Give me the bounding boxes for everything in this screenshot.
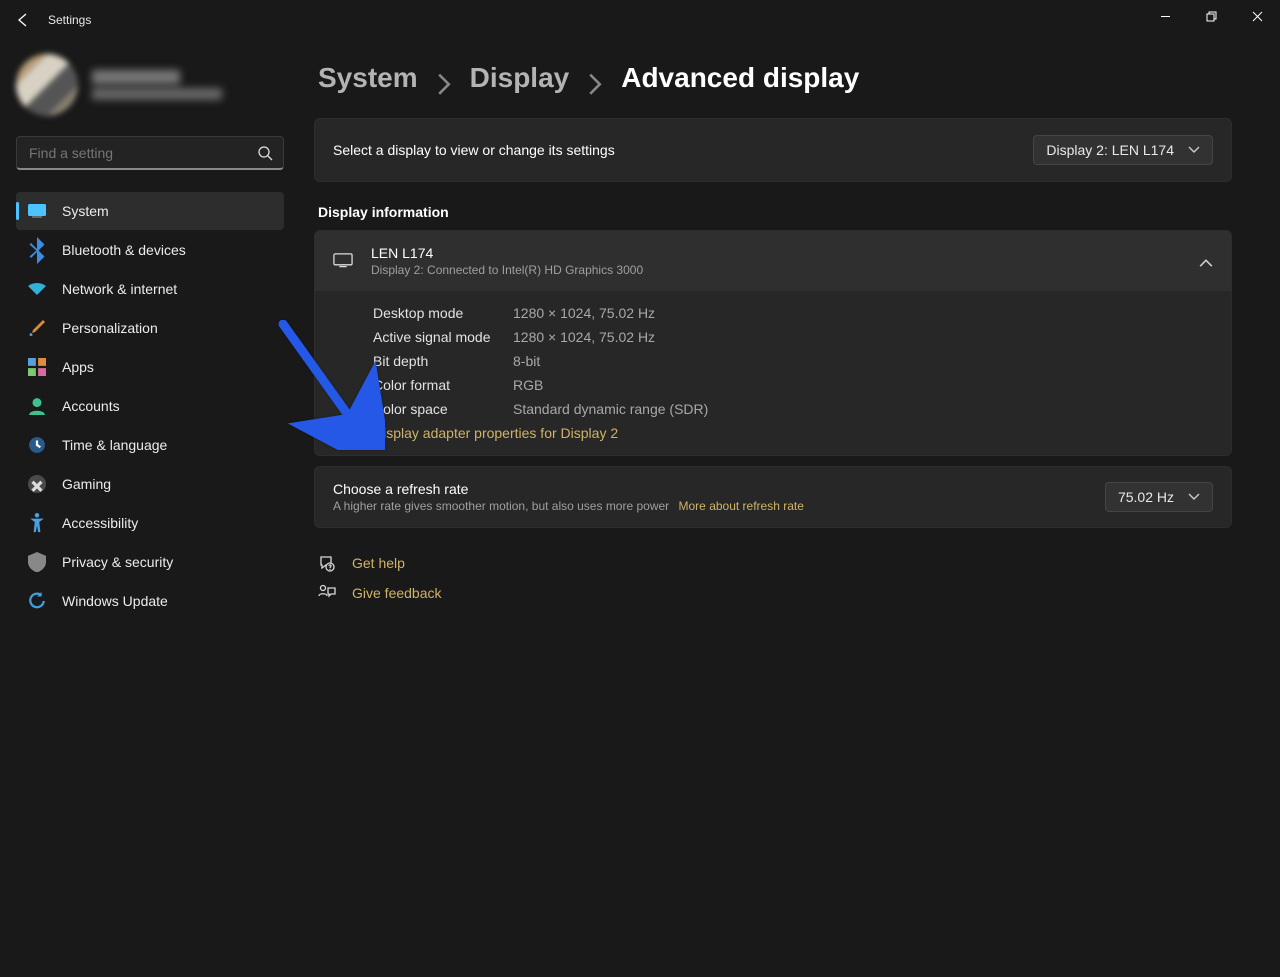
search-field[interactable] [27,144,257,162]
user-card[interactable] [16,54,284,116]
sidebar-item-label: Windows Update [62,593,168,609]
apps-icon [28,358,46,376]
refresh-rate-panel: Choose a refresh rate A higher rate give… [314,466,1232,528]
sidebar-item-personalization[interactable]: Personalization [16,309,284,347]
display-card-header[interactable]: LEN L174 Display 2: Connected to Intel(R… [315,231,1231,291]
chevron-down-icon [1188,144,1200,156]
breadcrumb-advanced: Advanced display [621,62,859,94]
bluetooth-icon [28,241,46,259]
update-icon [28,592,46,610]
sidebar-item-privacy[interactable]: Privacy & security [16,543,284,581]
sidebar: System Bluetooth & devices Network & int… [0,40,300,977]
chevron-down-icon [1188,491,1200,503]
display-selector-value: Display 2: LEN L174 [1046,142,1174,158]
refresh-sub: A higher rate gives smoother motion, but… [333,499,804,513]
display-card-body: Desktop mode1280 × 1024, 75.02 Hz Active… [315,291,1231,455]
sidebar-item-label: Time & language [62,437,167,453]
avatar [16,54,78,116]
footer-links: Get help Give feedback [318,554,1232,602]
back-icon[interactable] [14,12,30,28]
shield-icon [28,553,46,571]
sidebar-item-label: System [62,203,109,219]
gaming-icon [28,475,46,493]
refresh-title: Choose a refresh rate [333,481,804,497]
sidebar-item-system[interactable]: System [16,192,284,230]
chevron-up-icon [1199,254,1213,268]
display-name: LEN L174 [371,245,1181,261]
feedback-icon [318,584,336,602]
breadcrumb: System Display Advanced display [318,62,1232,94]
refresh-rate-selector[interactable]: 75.02 Hz [1105,482,1213,512]
sidebar-item-label: Accounts [62,398,120,414]
search-icon [257,145,273,161]
sidebar-item-label: Privacy & security [62,554,173,570]
chevron-right-icon [436,70,452,86]
give-feedback-link[interactable]: Give feedback [318,584,1232,602]
refresh-rate-value: 75.02 Hz [1118,489,1174,505]
help-icon [318,554,336,572]
person-icon [28,397,46,415]
display-info-title: Display information [318,204,1232,220]
monitor-icon [28,202,46,220]
sidebar-item-accessibility[interactable]: Accessibility [16,504,284,542]
close-button[interactable] [1234,0,1280,32]
adapter-properties-link[interactable]: Display adapter properties for Display 2 [373,425,618,441]
window-controls [1142,0,1280,32]
display-info-card: LEN L174 Display 2: Connected to Intel(R… [314,230,1232,456]
sidebar-item-gaming[interactable]: Gaming [16,465,284,503]
get-help-label: Get help [352,555,405,571]
sidebar-item-label: Network & internet [62,281,177,297]
main-content: System Display Advanced display Select a… [300,40,1280,977]
get-help-link[interactable]: Get help [318,554,1232,572]
sidebar-item-label: Gaming [62,476,111,492]
sidebar-item-accounts[interactable]: Accounts [16,387,284,425]
sidebar-item-bluetooth[interactable]: Bluetooth & devices [16,231,284,269]
breadcrumb-display[interactable]: Display [470,62,570,94]
search-input[interactable] [16,136,284,170]
display-selector[interactable]: Display 2: LEN L174 [1033,135,1213,165]
chevron-right-icon [587,70,603,86]
kv-row: Color spaceStandard dynamic range (SDR) [373,397,1213,421]
maximize-button[interactable] [1188,0,1234,32]
select-display-panel: Select a display to view or change its s… [314,118,1232,182]
kv-row: Desktop mode1280 × 1024, 75.02 Hz [373,301,1213,325]
display-sub: Display 2: Connected to Intel(R) HD Grap… [371,263,1181,277]
minimize-button[interactable] [1142,0,1188,32]
app-title: Settings [48,13,91,27]
sidebar-item-apps[interactable]: Apps [16,348,284,386]
sidebar-item-label: Personalization [62,320,158,336]
wifi-icon [28,280,46,298]
sidebar-item-time[interactable]: Time & language [16,426,284,464]
sidebar-item-label: Bluetooth & devices [62,242,186,258]
monitor-icon [333,253,353,269]
titlebar: Settings [0,0,1280,40]
nav: System Bluetooth & devices Network & int… [16,192,284,620]
select-display-prompt: Select a display to view or change its s… [333,142,615,158]
give-feedback-label: Give feedback [352,585,442,601]
sidebar-item-network[interactable]: Network & internet [16,270,284,308]
more-about-refresh-link[interactable]: More about refresh rate [679,499,804,513]
clock-icon [28,436,46,454]
sidebar-item-label: Apps [62,359,94,375]
user-name-redacted [92,70,222,100]
kv-row: Bit depth8-bit [373,349,1213,373]
sidebar-item-label: Accessibility [62,515,138,531]
kv-row: Active signal mode1280 × 1024, 75.02 Hz [373,325,1213,349]
kv-row: Color formatRGB [373,373,1213,397]
breadcrumb-system[interactable]: System [318,62,418,94]
sidebar-item-update[interactable]: Windows Update [16,582,284,620]
accessibility-icon [28,514,46,532]
brush-icon [28,319,46,337]
